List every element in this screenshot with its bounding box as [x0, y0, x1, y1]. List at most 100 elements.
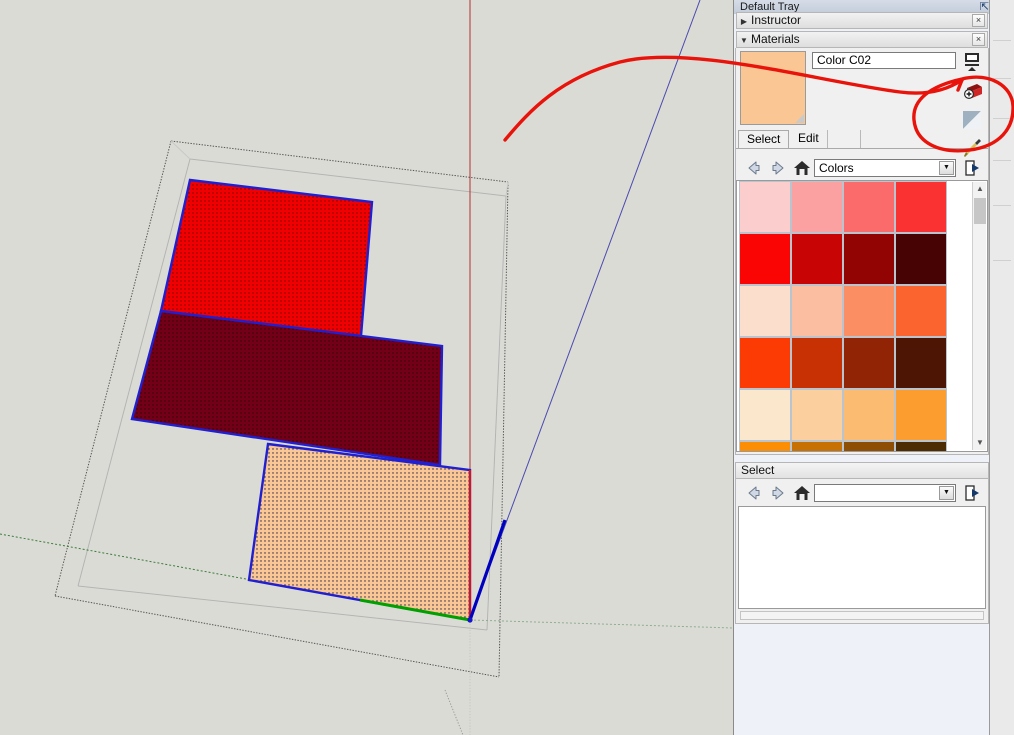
swatch-fill	[792, 390, 842, 440]
axis-green-positive	[469, 619, 733, 629]
swatch-fill	[844, 286, 894, 336]
color-swatch[interactable]	[843, 181, 895, 233]
tab-spacer	[839, 130, 861, 149]
swatch-row	[739, 389, 971, 441]
swatch-fill	[740, 234, 790, 284]
swatch-fill	[896, 390, 946, 440]
origin-point	[467, 617, 473, 623]
swatch-fill	[896, 442, 946, 451]
swatch-fill	[792, 182, 842, 232]
swatch-row	[739, 337, 971, 389]
select-panel-body: ▼	[735, 479, 989, 624]
swatch-fill	[844, 390, 894, 440]
material-name-field[interactable]: Color C02	[812, 52, 956, 69]
swatch-fill	[792, 286, 842, 336]
select-horizontal-scrollbar[interactable]	[740, 611, 984, 620]
panel-title-instructor: Instructor	[751, 13, 802, 27]
preview-resize-corner-icon	[795, 114, 804, 123]
swatch-fill	[896, 338, 946, 388]
scrollbar-thumb[interactable]	[974, 198, 986, 224]
tabs-underline	[736, 148, 988, 149]
swatch-fill	[844, 442, 894, 451]
color-swatch[interactable]	[843, 337, 895, 389]
back-arrow-icon[interactable]	[744, 158, 764, 178]
color-swatch[interactable]	[791, 285, 843, 337]
color-swatch[interactable]	[739, 285, 791, 337]
axis-blue-solid	[468, 519, 507, 621]
color-swatch[interactable]	[895, 389, 947, 441]
create-material-icon[interactable]	[960, 80, 984, 104]
swatch-fill	[740, 338, 790, 388]
material-library-select[interactable]: Colors ▼	[814, 159, 956, 177]
swatch-fill	[792, 338, 842, 388]
swatch-fill	[740, 182, 790, 232]
color-swatch[interactable]	[843, 389, 895, 441]
swatch-fill	[740, 390, 790, 440]
close-materials-button[interactable]: ×	[972, 33, 985, 46]
color-swatch[interactable]	[739, 233, 791, 285]
color-swatch[interactable]	[843, 233, 895, 285]
close-instructor-button[interactable]: ×	[972, 14, 985, 27]
panel-header-instructor[interactable]: ▶ Instructor ×	[736, 12, 988, 29]
home-icon[interactable]	[792, 483, 812, 503]
details-arrow-icon[interactable]	[962, 158, 982, 178]
chevron-down-icon[interactable]: ▼	[939, 161, 954, 175]
forward-arrow-icon[interactable]	[768, 158, 788, 178]
tray-edge-strip[interactable]	[989, 0, 1014, 735]
panel-header-select[interactable]: Select	[735, 462, 989, 479]
swatch-scrollbar[interactable]: ▲ ▼	[972, 182, 986, 450]
scroll-down-button[interactable]: ▼	[973, 436, 987, 450]
color-swatch[interactable]	[739, 389, 791, 441]
forward-arrow-icon[interactable]	[768, 483, 788, 503]
swatch-fill	[844, 338, 894, 388]
back-arrow-icon[interactable]	[744, 483, 764, 503]
color-swatch[interactable]	[739, 181, 791, 233]
color-swatch[interactable]	[739, 337, 791, 389]
color-swatch[interactable]	[895, 233, 947, 285]
color-swatch[interactable]	[791, 389, 843, 441]
swatch-row	[739, 233, 971, 285]
color-swatch[interactable]	[895, 441, 947, 451]
swatch-row	[739, 285, 971, 337]
color-swatch[interactable]	[843, 285, 895, 337]
material-preview-swatch[interactable]	[740, 51, 806, 125]
color-swatch[interactable]	[791, 233, 843, 285]
face-red-top	[159, 178, 374, 338]
details-arrow-icon[interactable]	[962, 483, 982, 503]
chevron-down-icon[interactable]: ▼	[737, 33, 751, 48]
color-swatch[interactable]	[895, 181, 947, 233]
swatch-fill	[844, 234, 894, 284]
swatch-fill	[896, 182, 946, 232]
tab-edit[interactable]: Edit	[790, 130, 828, 149]
color-swatch[interactable]	[791, 441, 843, 451]
home-icon[interactable]	[792, 158, 812, 178]
color-swatch[interactable]	[791, 181, 843, 233]
axis-blue-positive	[469, 0, 701, 621]
select-library-select[interactable]: ▼	[814, 484, 956, 502]
display-secondary-selection-pane-icon[interactable]	[960, 50, 984, 74]
select-result-list[interactable]	[738, 506, 986, 609]
panel-header-materials[interactable]: ▼ Materials ×	[736, 31, 988, 48]
panel-title-materials: Materials	[751, 32, 800, 46]
material-swatch-grid[interactable]: ▲ ▼	[736, 180, 988, 452]
chevron-down-icon[interactable]: ▼	[939, 486, 954, 500]
swatch-row	[739, 441, 971, 451]
face-dark-red-middle	[130, 309, 444, 467]
color-swatch[interactable]	[791, 337, 843, 389]
set-material-to-default-icon[interactable]	[960, 108, 984, 132]
color-swatch[interactable]	[739, 441, 791, 451]
color-swatch[interactable]	[895, 285, 947, 337]
swatch-fill	[740, 286, 790, 336]
tab-select[interactable]: Select	[738, 130, 790, 149]
material-library-value: Colors	[819, 161, 854, 175]
scroll-up-button[interactable]: ▲	[973, 182, 987, 196]
model-viewport[interactable]	[0, 0, 733, 735]
face-peach-bottom	[247, 442, 472, 622]
select-navbar: ▼	[740, 481, 986, 505]
chevron-right-icon[interactable]: ▶	[737, 14, 751, 29]
color-swatch[interactable]	[895, 337, 947, 389]
sketchup-window: Default Tray ⇱ ✕ ▶Instructor × ▼Material…	[0, 0, 1014, 735]
color-swatch[interactable]	[843, 441, 895, 451]
swatch-fill	[792, 442, 842, 451]
swatch-fill	[896, 234, 946, 284]
